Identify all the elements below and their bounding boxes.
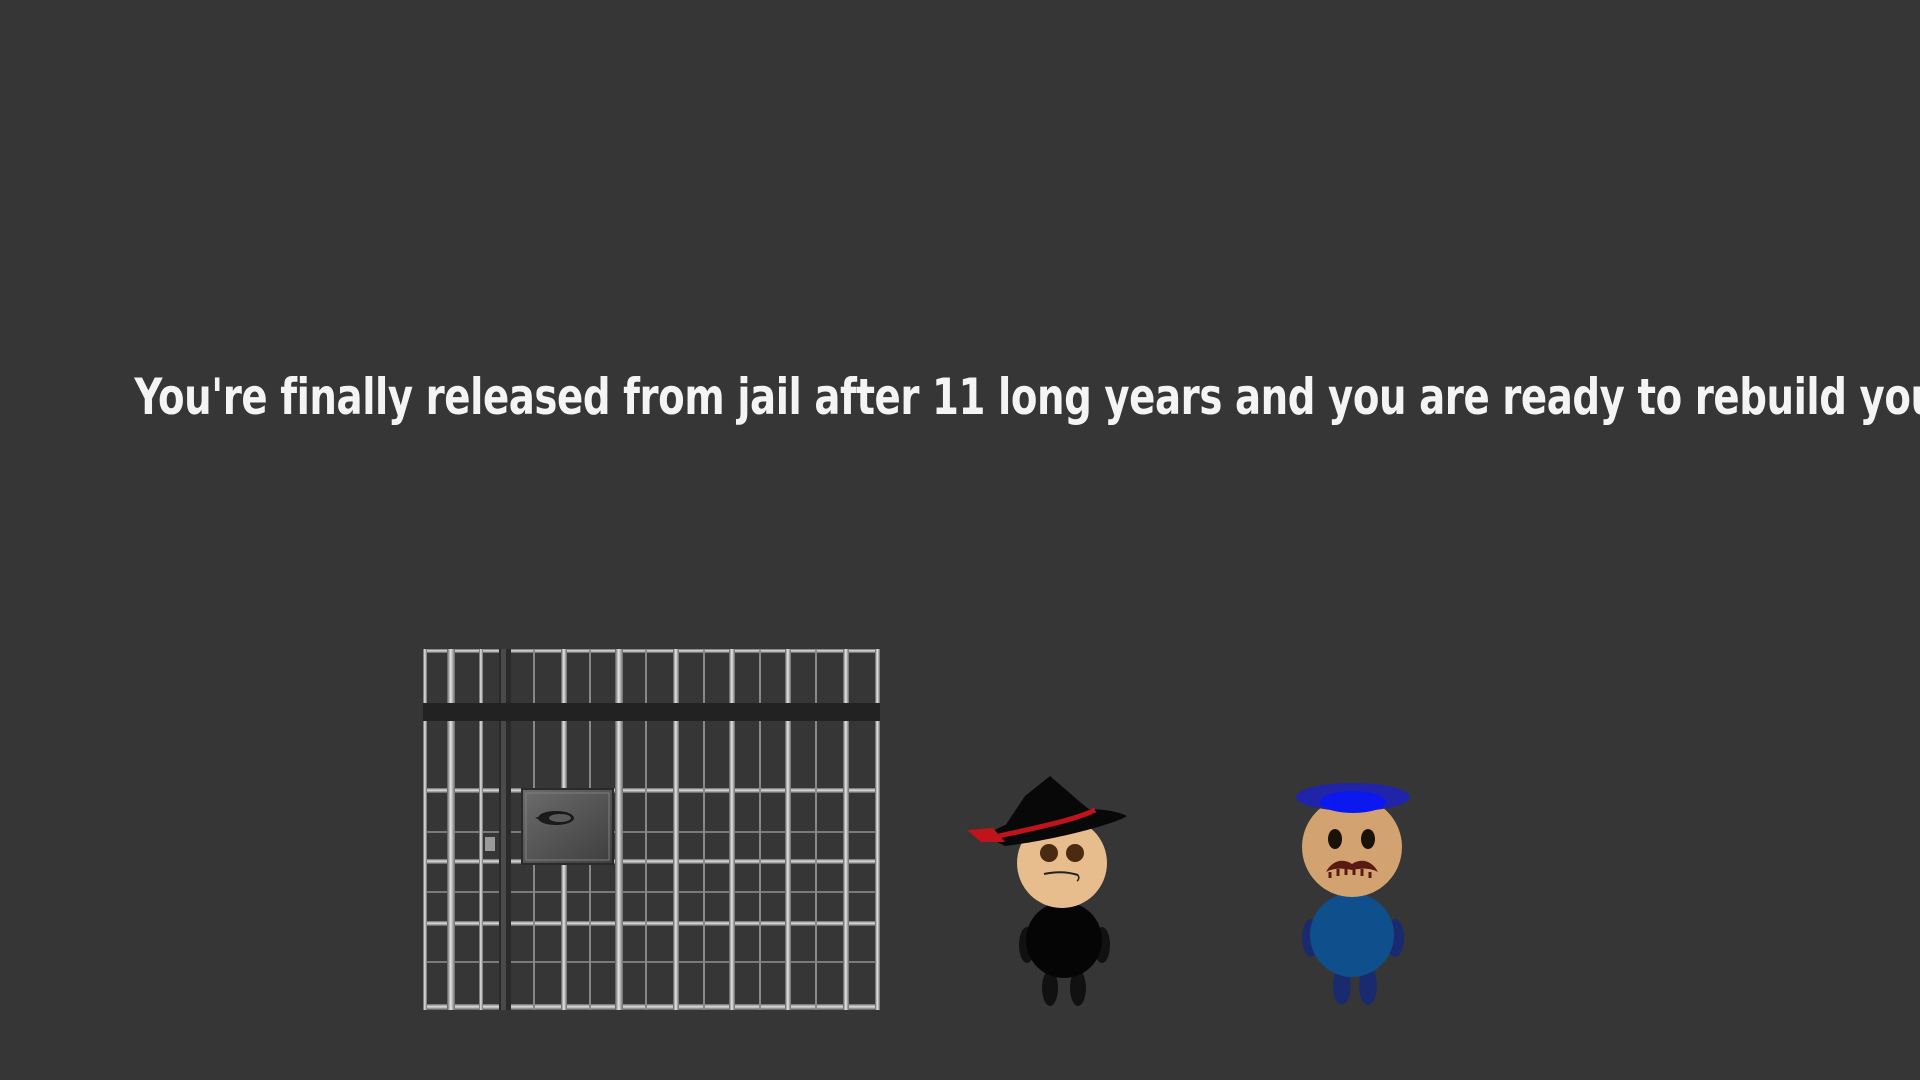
narration-text: You're finally released from jail after … [134, 368, 1920, 426]
mobster-character [967, 776, 1127, 1006]
mobster-body [1026, 902, 1102, 978]
police-officer-character [1296, 783, 1410, 1005]
game-scene: You're finally released from jail after … [0, 0, 1920, 1080]
lock-icon [521, 788, 614, 865]
officer-body [1310, 893, 1394, 977]
jail-bars-icon [423, 649, 880, 1010]
